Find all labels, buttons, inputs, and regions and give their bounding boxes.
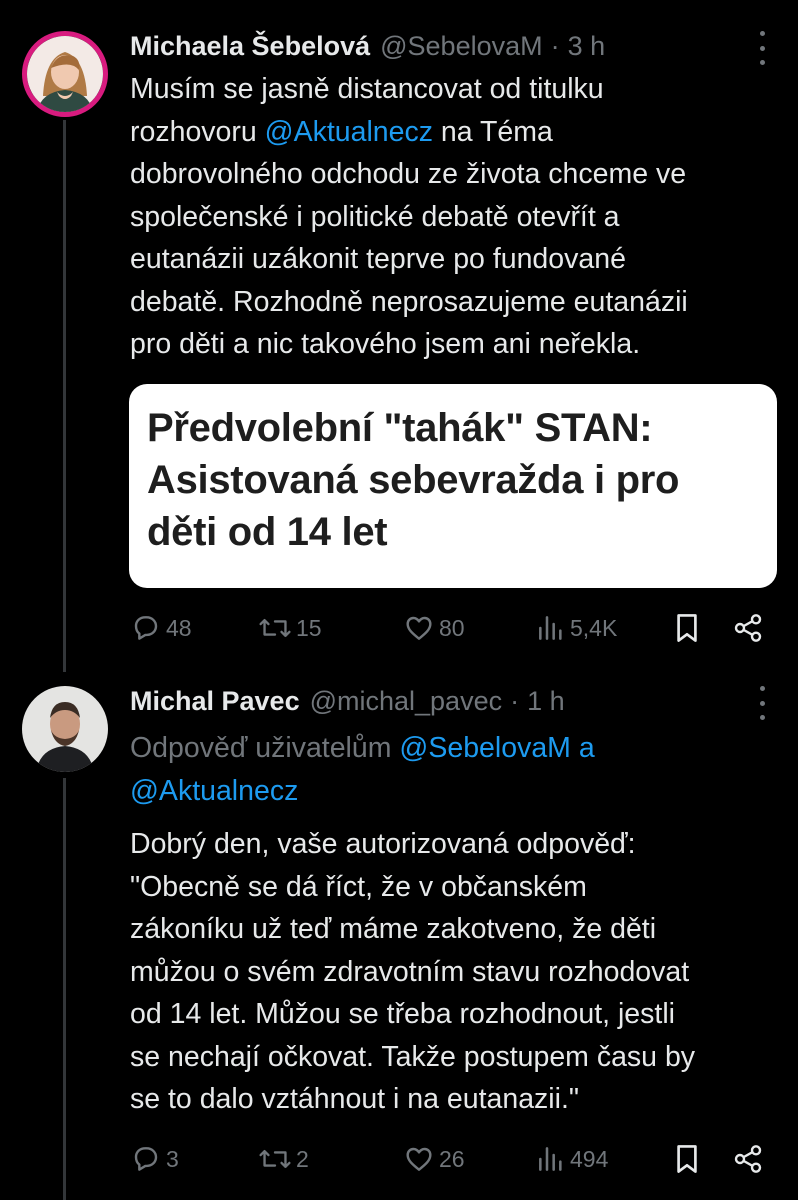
headline-image-text: Předvolební "tahák" STAN: Asistovaná seb… <box>147 406 680 554</box>
repost-count: 15 <box>296 614 322 641</box>
repost-button[interactable]: 15 <box>258 608 322 648</box>
author-name[interactable]: Michal Pavec <box>130 686 300 717</box>
tweet-header: Michaela Šebelová @SebelovaM · 3 h <box>130 26 605 66</box>
heart-icon <box>406 616 432 640</box>
thread-line <box>63 778 66 1200</box>
text-line: od 14 let. Můžou se třeba rozhodnout, je… <box>130 998 675 1030</box>
timestamp[interactable]: 3 h <box>568 31 606 62</box>
text-line: se to dalo vztáhnout i na eutanazii." <box>130 1083 580 1115</box>
text-line: eutanázii uzákonit teprve po fundované <box>130 243 626 275</box>
repost-count: 2 <box>296 1145 309 1172</box>
avatar[interactable] <box>22 686 108 772</box>
repost-icon <box>259 618 291 638</box>
woman-portrait-icon <box>27 36 103 112</box>
thread-line <box>63 120 66 672</box>
bookmark-button[interactable] <box>673 608 701 648</box>
reply-conjunction: a <box>570 732 595 764</box>
more-options-icon[interactable] <box>752 31 772 65</box>
reply-button[interactable]: 3 <box>130 1139 179 1179</box>
like-count: 26 <box>439 1145 465 1172</box>
bookmark-icon <box>677 1145 697 1173</box>
action-bar: 48 15 80 5,4K <box>130 608 775 648</box>
text-line: @Aktualnecz <box>130 770 780 813</box>
like-button[interactable]: 26 <box>403 1139 465 1179</box>
separator-dot: · <box>550 30 560 61</box>
text-line: můžou o svém zdravotním stavu rozhodovat <box>130 955 690 988</box>
author-name[interactable]: Michaela Šebelová <box>130 31 370 62</box>
text-line: Odpověď uživatelům @SebelovaM a <box>130 727 780 770</box>
tweet-text: Dobrý den, vaše autorizovaná odpověď: "O… <box>130 823 780 1121</box>
like-button[interactable]: 80 <box>403 608 465 648</box>
text-line: "Obecně se dá říct, že v občanském <box>130 870 587 903</box>
more-options-icon[interactable] <box>752 686 772 720</box>
timestamp[interactable]: 1 h <box>527 686 565 717</box>
mention-link[interactable]: @SebelovaM <box>399 732 571 764</box>
text-line: pro děti a nic takového jsem ani neřekla… <box>130 328 641 360</box>
reply-count: 48 <box>166 614 192 641</box>
separator-dot: · <box>510 685 520 716</box>
text-line: Dobrý den, vaše autorizovaná odpověď: <box>130 828 636 860</box>
reply-icon <box>134 1147 158 1171</box>
views-chart-icon <box>539 1147 562 1171</box>
reply-count: 3 <box>166 1145 179 1172</box>
repost-button[interactable]: 2 <box>258 1139 309 1179</box>
text-line: dobrovolného odchodu ze života chceme ve <box>130 158 687 190</box>
share-icon <box>734 614 762 642</box>
action-bar: 3 2 26 494 <box>130 1139 775 1179</box>
reply-button[interactable]: 48 <box>130 608 192 648</box>
text-line: společenské i politické debatě otevřít a <box>130 200 620 233</box>
like-count: 80 <box>439 614 465 641</box>
media-image[interactable]: Předvolební "tahák" STAN: Asistovaná seb… <box>129 384 777 588</box>
reply-context: Odpověď uživatelům @SebelovaM a @Aktualn… <box>130 727 780 812</box>
mention-link[interactable]: @Aktualnecz <box>265 116 433 148</box>
share-icon <box>734 1145 762 1173</box>
reply-icon <box>134 616 158 640</box>
man-portrait-icon <box>22 686 108 772</box>
views-count: 494 <box>570 1145 609 1172</box>
avatar[interactable] <box>22 31 108 117</box>
author-handle[interactable]: @SebelovaM <box>380 31 543 62</box>
repost-icon <box>259 1149 291 1169</box>
views-button[interactable]: 5,4K <box>536 608 617 648</box>
tweet-text: Musím se jasně distancovat od titulku ro… <box>130 68 780 366</box>
views-button[interactable]: 494 <box>536 1139 608 1179</box>
mention-link[interactable]: @Aktualnecz <box>130 775 298 807</box>
text-line: se nechají očkovat. Takže postupem času … <box>130 1040 696 1073</box>
share-button[interactable] <box>732 608 764 648</box>
author-handle[interactable]: @michal_pavec <box>310 686 503 717</box>
reply-to-label: Odpověď uživatelům <box>130 732 400 764</box>
bookmark-icon <box>677 614 697 642</box>
text-line: zákoníku už teď máme zakotveno, že děti <box>130 913 657 945</box>
bookmark-button[interactable] <box>673 1139 701 1179</box>
text-line: Musím se jasně distancovat od titulku <box>130 73 604 105</box>
views-chart-icon <box>539 616 562 640</box>
heart-icon <box>406 1147 432 1171</box>
share-button[interactable] <box>732 1139 764 1179</box>
views-count: 5,4K <box>570 614 618 641</box>
text-line: rozhovoru @Aktualnecz na Téma <box>130 115 553 148</box>
tweet-header: Michal Pavec @michal_pavec · 1 h <box>130 681 565 721</box>
text-line: debatě. Rozhodně neprosazujeme eutanázii <box>130 285 688 318</box>
